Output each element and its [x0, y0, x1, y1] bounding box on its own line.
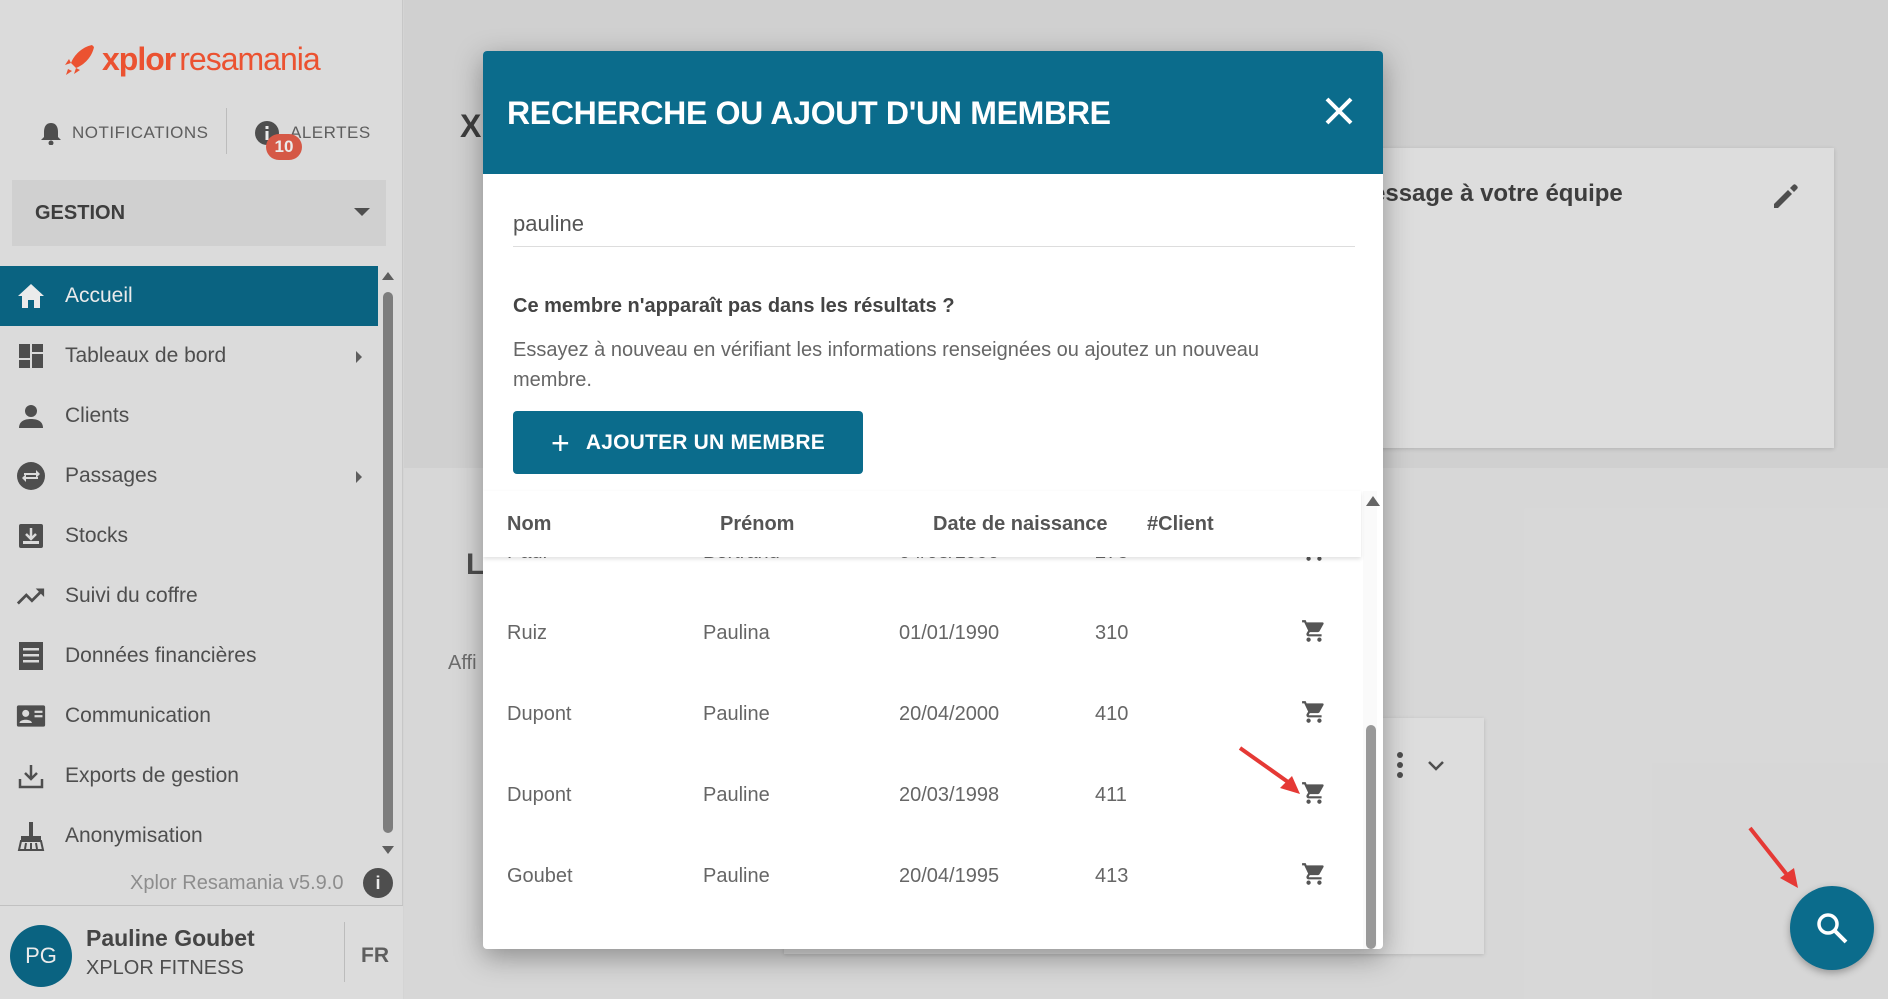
cart-icon[interactable] [1301, 699, 1327, 725]
search-fab-button[interactable] [1790, 886, 1874, 970]
member-search-modal: RECHERCHE OU AJOUT D'UN MEMBRE Ce membre… [483, 51, 1383, 949]
modal-title: RECHERCHE OU AJOUT D'UN MEMBRE [507, 95, 1111, 131]
column-date-naissance[interactable]: Date de naissance [933, 513, 1108, 536]
results-table-body: Paul Bertrand 04/03/1990 278 Ruiz Paulin… [483, 531, 1361, 949]
table-row[interactable]: Ruiz Paulina 01/01/1990 310 [483, 592, 1361, 673]
cell-prenom: Pauline [703, 703, 770, 725]
annotation-arrow-search [1748, 826, 1798, 888]
table-row[interactable]: Dupont Pauline 20/04/2000 410 [483, 673, 1361, 754]
table-row[interactable]: Dupont Pauline 20/03/1998 411 [483, 754, 1361, 835]
cell-prenom: Paulina [703, 622, 770, 644]
cart-icon[interactable] [1301, 861, 1327, 887]
cell-nom: Dupont [507, 784, 572, 806]
cell-nom: Ruiz [507, 622, 548, 644]
annotation-arrow-cart [1238, 746, 1300, 794]
modal-header: RECHERCHE OU AJOUT D'UN MEMBRE [483, 51, 1383, 174]
cell-client: 413 [1095, 865, 1129, 887]
not-found-title: Ce membre n'apparaît pas dans les résult… [513, 295, 955, 317]
plus-icon: + [551, 424, 570, 461]
not-found-text: Essayez à nouveau en vérifiant les infor… [513, 339, 1260, 391]
cart-icon[interactable] [1301, 618, 1327, 644]
close-icon[interactable] [1319, 91, 1359, 131]
column-nom[interactable]: Nom [507, 513, 551, 536]
cell-nom: Dupont [507, 703, 572, 725]
cell-prenom: Pauline [703, 784, 770, 806]
cell-client: 411 [1095, 784, 1127, 806]
table-row[interactable]: Goubet Pauline 20/04/1995 413 [483, 835, 1361, 916]
results-scrollbar-thumb[interactable] [1366, 725, 1376, 949]
cell-date: 20/04/1995 [899, 865, 1000, 887]
cell-date: 20/03/1998 [899, 784, 1000, 806]
cell-date: 01/01/1990 [899, 622, 1000, 644]
column-client[interactable]: #Client [1147, 513, 1214, 536]
cell-nom: Goubet [507, 865, 573, 887]
cell-date: 20/04/2000 [899, 703, 1000, 725]
member-search-input[interactable] [513, 201, 1355, 247]
cell-client: 410 [1095, 703, 1129, 725]
column-prenom[interactable]: Prénom [720, 513, 794, 536]
results-table-header: Nom Prénom Date de naissance #Client [483, 491, 1361, 557]
scroll-up-arrow-icon[interactable] [1366, 496, 1380, 506]
add-member-button[interactable]: + AJOUTER UN MEMBRE [513, 411, 863, 474]
cell-client: 310 [1095, 622, 1129, 644]
search-icon [1817, 913, 1848, 944]
add-member-label: AJOUTER UN MEMBRE [585, 430, 825, 454]
cell-prenom: Pauline [703, 865, 770, 887]
